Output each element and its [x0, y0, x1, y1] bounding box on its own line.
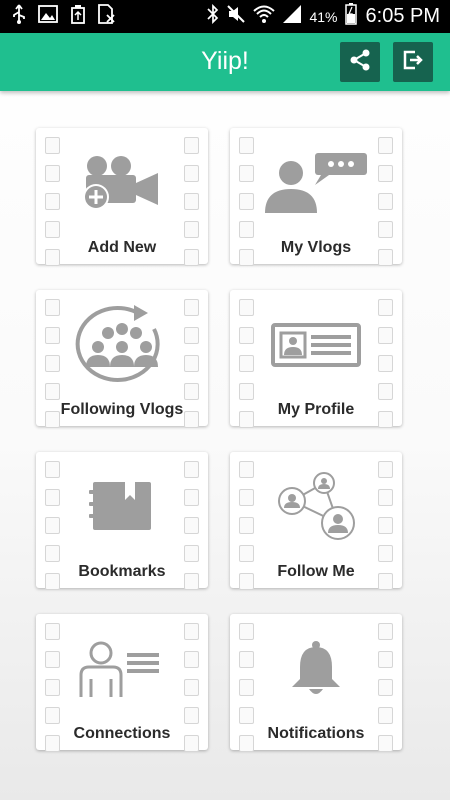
tile-label: Add New: [87, 239, 157, 256]
clock: 6:05 PM: [365, 5, 440, 27]
signal-icon: [282, 4, 302, 29]
wifi-icon: [253, 4, 276, 29]
app-title: Yiip!: [201, 47, 249, 75]
logout-icon: [401, 48, 425, 77]
tile-bookmarks[interactable]: Bookmarks: [36, 452, 208, 590]
network-users-icon: [260, 462, 372, 552]
tile-connections[interactable]: Connections: [36, 614, 208, 752]
tile-label: My Vlogs: [280, 239, 352, 256]
status-bar: 41% 6:05 PM: [0, 0, 450, 33]
battery-percent: 41%: [309, 8, 338, 25]
tile-following-vlogs[interactable]: Following Vlogs: [36, 290, 208, 428]
tile-follow-me[interactable]: Follow Me: [230, 452, 402, 590]
tile-my-profile[interactable]: My Profile: [230, 290, 402, 428]
logout-button[interactable]: [393, 42, 433, 82]
tile-add-new[interactable]: Add New: [36, 128, 208, 266]
add-video-icon: [66, 138, 178, 228]
bookmark-book-icon: [66, 462, 178, 552]
bluetooth-icon: [207, 3, 219, 29]
id-card-icon: [260, 300, 372, 390]
share-icon: [348, 48, 372, 77]
mute-icon: [226, 4, 246, 29]
usb-icon: [12, 4, 26, 29]
app-bar: Yiip!: [0, 33, 450, 91]
battery-icon: [344, 3, 357, 30]
tile-label: Following Vlogs: [60, 401, 184, 418]
tile-label: Notifications: [267, 725, 365, 742]
tile-my-vlogs[interactable]: My Vlogs: [230, 128, 402, 266]
recycle-icon: [70, 4, 86, 29]
tile-label: Connections: [73, 725, 171, 742]
share-button[interactable]: [340, 42, 380, 82]
contact-list-icon: [66, 624, 178, 714]
tile-label: Follow Me: [277, 563, 355, 580]
image-icon: [38, 5, 58, 28]
tile-label: My Profile: [277, 401, 355, 418]
tile-label: Bookmarks: [78, 563, 166, 580]
group-refresh-icon: [66, 300, 178, 390]
tile-notifications[interactable]: Notifications: [230, 614, 402, 752]
speaker-chat-icon: [260, 138, 372, 228]
bell-icon: [260, 624, 372, 714]
sim-icon: [98, 4, 116, 29]
